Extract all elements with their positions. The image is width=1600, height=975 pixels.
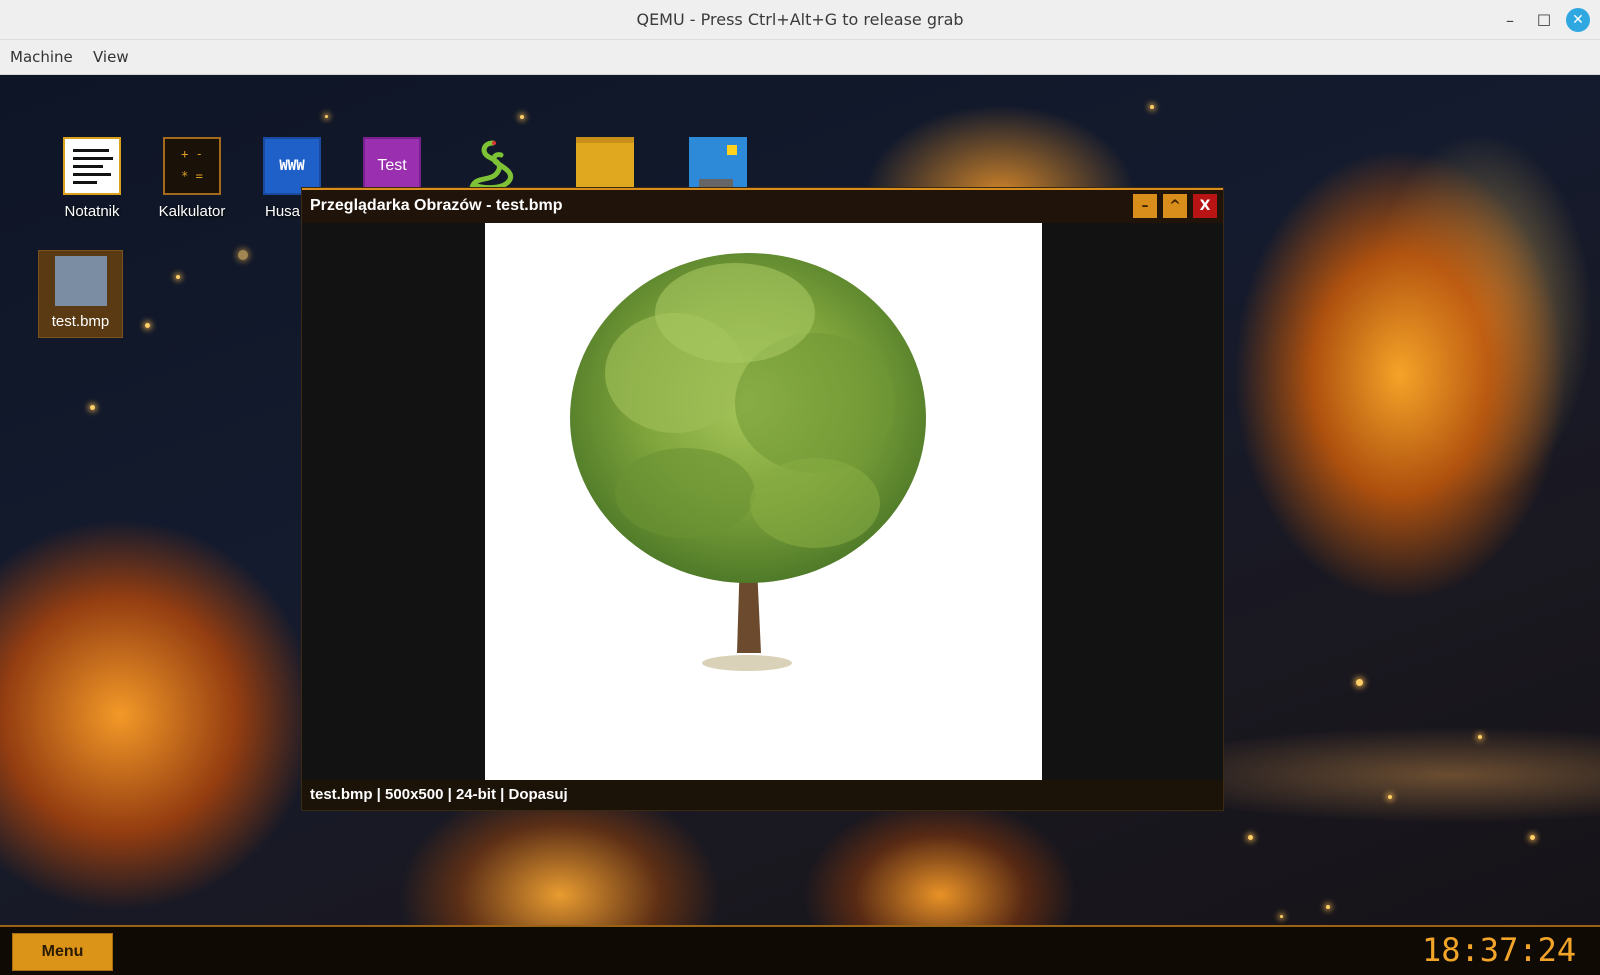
start-menu-button[interactable]: Menu xyxy=(12,933,113,971)
sparkle xyxy=(90,405,95,410)
image-viewer-statusbar: test.bmp | 500x500 | 24-bit | Dopasuj xyxy=(302,780,1223,810)
sparkle xyxy=(1530,835,1535,840)
host-titlebar: QEMU - Press Ctrl+Alt+G to release grab … xyxy=(0,0,1600,40)
desktop-icon-label: Kalkulator xyxy=(158,203,226,220)
sparkle xyxy=(325,115,328,118)
status-text: test.bmp | 500x500 | 24-bit | Dopasuj xyxy=(310,786,568,803)
sparkle xyxy=(1150,105,1154,109)
sparkle xyxy=(145,323,150,328)
desktop-file-test-bmp[interactable]: test.bmp xyxy=(38,250,123,338)
sparkle xyxy=(1248,835,1253,840)
host-menubar: Machine View xyxy=(0,40,1600,75)
image-canvas xyxy=(485,223,1042,780)
window-minimize-button[interactable]: – xyxy=(1133,194,1157,218)
sparkle xyxy=(1388,795,1392,799)
sparkle xyxy=(520,115,524,119)
image-viewer-title: Przeglądarka Obrazów - test.bmp xyxy=(310,197,563,214)
sparkle xyxy=(1356,679,1363,686)
bitmap-file-icon xyxy=(55,256,107,306)
desktop-icon-kalkulator[interactable]: + - * = Kalkulator xyxy=(150,137,234,220)
calculator-icon: + - * = xyxy=(163,137,221,195)
sparkle xyxy=(1478,735,1482,739)
menu-view[interactable]: View xyxy=(93,48,129,66)
desktop-icon-notatnik[interactable]: Notatnik xyxy=(50,137,134,220)
sparkle xyxy=(1326,905,1330,909)
sparkle xyxy=(1280,915,1283,918)
sparkle xyxy=(238,250,248,260)
host-maximize-button[interactable]: ☐ xyxy=(1532,8,1556,32)
menu-machine[interactable]: Machine xyxy=(10,48,73,66)
clock: 18:37:24 xyxy=(1422,931,1577,969)
image-viewer-titlebar[interactable]: Przeglądarka Obrazów - test.bmp – ^ X xyxy=(302,188,1223,223)
sparkle xyxy=(176,275,180,279)
host-window-title: QEMU - Press Ctrl+Alt+G to release grab xyxy=(636,10,964,29)
guest-desktop: Notatnik + - * = Kalkulator WWW Husa Tes… xyxy=(0,75,1600,975)
host-close-button[interactable]: ✕ xyxy=(1566,8,1590,32)
notepad-icon xyxy=(63,137,121,195)
image-viewer-window[interactable]: Przeglądarka Obrazów - test.bmp – ^ X te… xyxy=(301,187,1224,811)
desktop-file-label: test.bmp xyxy=(51,313,110,330)
desktop-icon-label: Notatnik xyxy=(64,203,120,220)
tree-image xyxy=(570,253,926,671)
window-close-button[interactable]: X xyxy=(1193,194,1217,218)
host-minimize-button[interactable]: – xyxy=(1498,8,1522,32)
window-maximize-button[interactable]: ^ xyxy=(1163,194,1187,218)
taskbar: Menu 18:37:24 xyxy=(0,925,1600,975)
